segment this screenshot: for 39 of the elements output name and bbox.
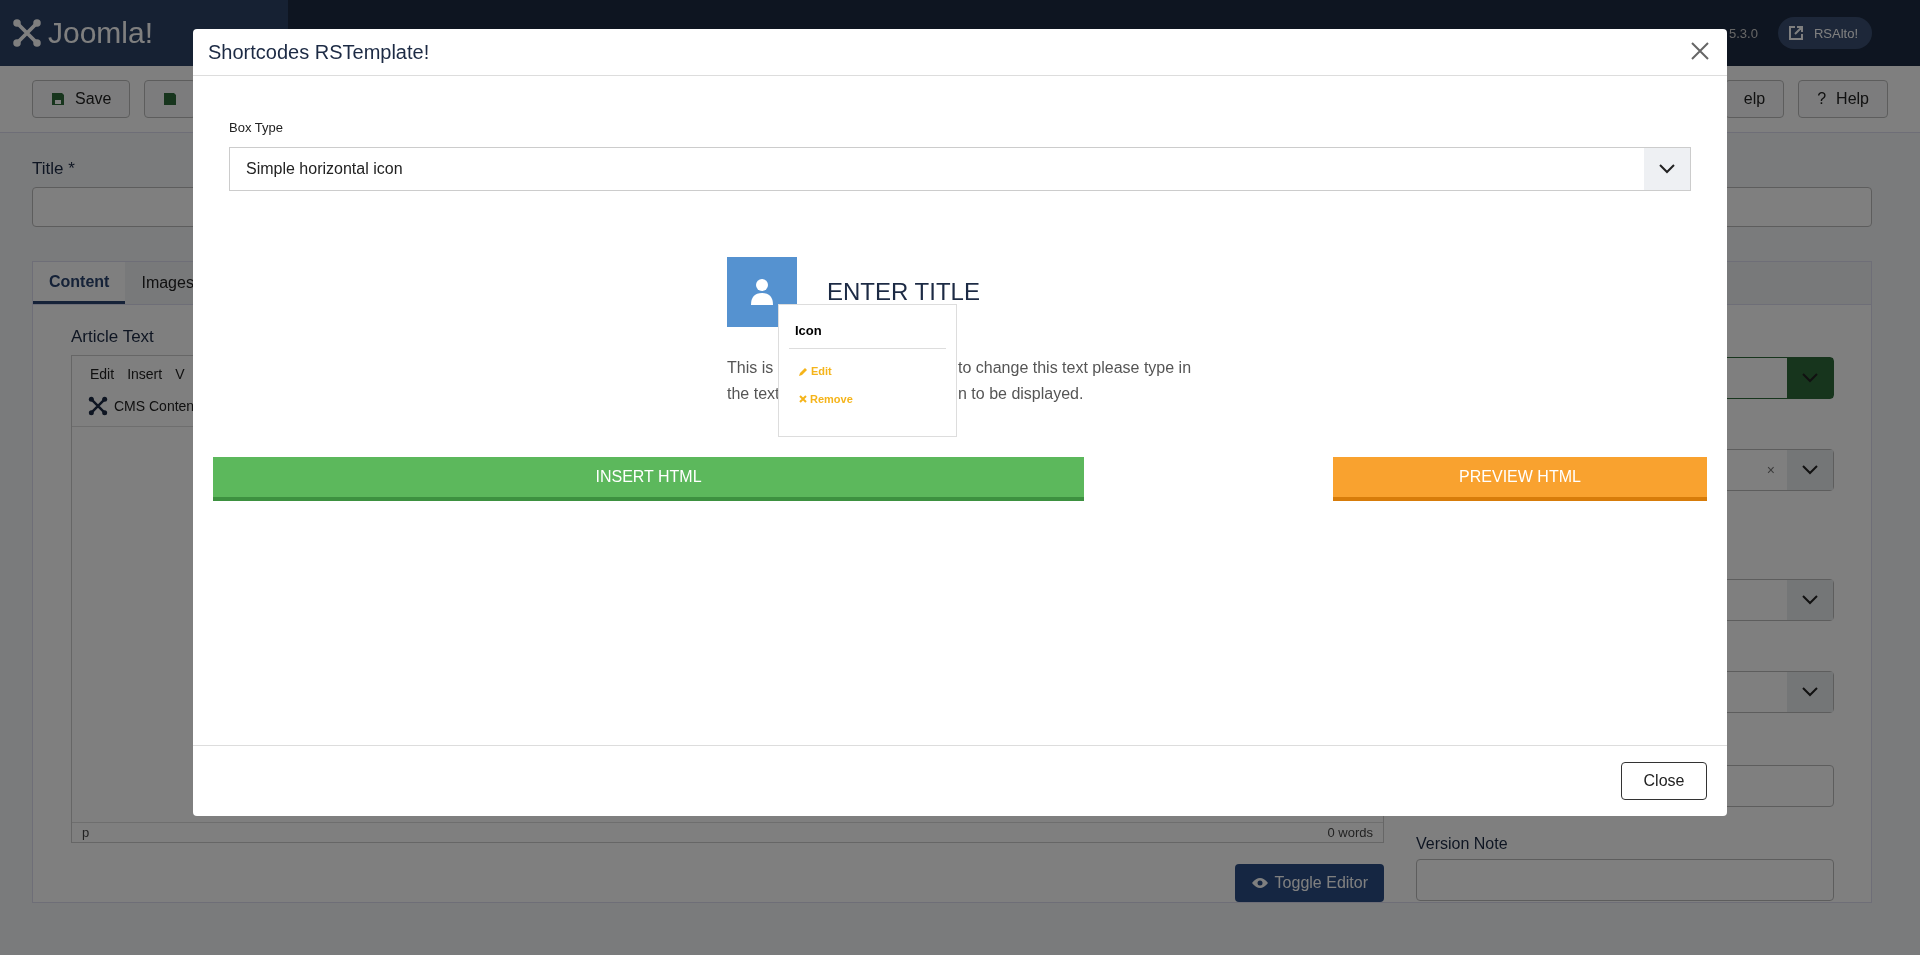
clear-icon[interactable]: × bbox=[1766, 462, 1775, 478]
close-icon bbox=[799, 395, 807, 403]
body-text: n to be displayed. bbox=[958, 384, 1084, 404]
eye-icon bbox=[1250, 877, 1269, 889]
menu-item[interactable]: Insert bbox=[127, 366, 163, 382]
version-label: 5.3.0 bbox=[1729, 25, 1758, 41]
insert-html-button[interactable]: INSERT HTML bbox=[213, 457, 1084, 501]
word-count: 0 words bbox=[1327, 825, 1373, 840]
chevron-down-icon bbox=[1802, 373, 1818, 383]
body-text: the text bbox=[727, 384, 780, 404]
tab[interactable]: Content bbox=[33, 262, 126, 304]
joomla-logo-icon bbox=[88, 396, 108, 416]
user-button[interactable]: RSAlto! bbox=[1777, 17, 1872, 49]
field-label: Box Type bbox=[229, 120, 283, 135]
toggle-editor-button[interactable]: Toggle Editor bbox=[1234, 864, 1384, 902]
close-button[interactable]: Close bbox=[1621, 762, 1707, 800]
field-label: Title * bbox=[32, 159, 75, 179]
box-title: ENTER TITLE bbox=[827, 280, 980, 304]
menu-item[interactable]: Edit bbox=[90, 366, 115, 382]
chevron-down-icon bbox=[1659, 164, 1675, 174]
pencil-icon bbox=[799, 366, 808, 376]
element-path: p bbox=[82, 825, 90, 840]
menu-item[interactable]: V bbox=[175, 366, 185, 382]
body-text: This is bbox=[727, 358, 774, 378]
body-text: to change this text please type in bbox=[958, 358, 1192, 378]
popup-title: Icon bbox=[789, 305, 946, 349]
save-button[interactable]: Save bbox=[32, 80, 131, 118]
box-type-select[interactable]: Simple horizontal icon bbox=[229, 147, 1691, 191]
help-button[interactable]: ? Help bbox=[1798, 80, 1888, 118]
field-label: Version Note bbox=[1416, 835, 1509, 853]
field-label: Article Text bbox=[71, 327, 154, 347]
chevron-down-icon bbox=[1802, 465, 1818, 475]
help-button[interactable]: elp bbox=[1724, 80, 1785, 118]
external-link-icon bbox=[1787, 25, 1804, 41]
joomla-logo-icon bbox=[12, 18, 42, 48]
chevron-down-icon bbox=[1802, 595, 1818, 605]
chevron-down-icon bbox=[1802, 687, 1818, 697]
plugin-button[interactable]: CMS Conten bbox=[114, 398, 195, 414]
user-icon[interactable] bbox=[727, 257, 797, 327]
